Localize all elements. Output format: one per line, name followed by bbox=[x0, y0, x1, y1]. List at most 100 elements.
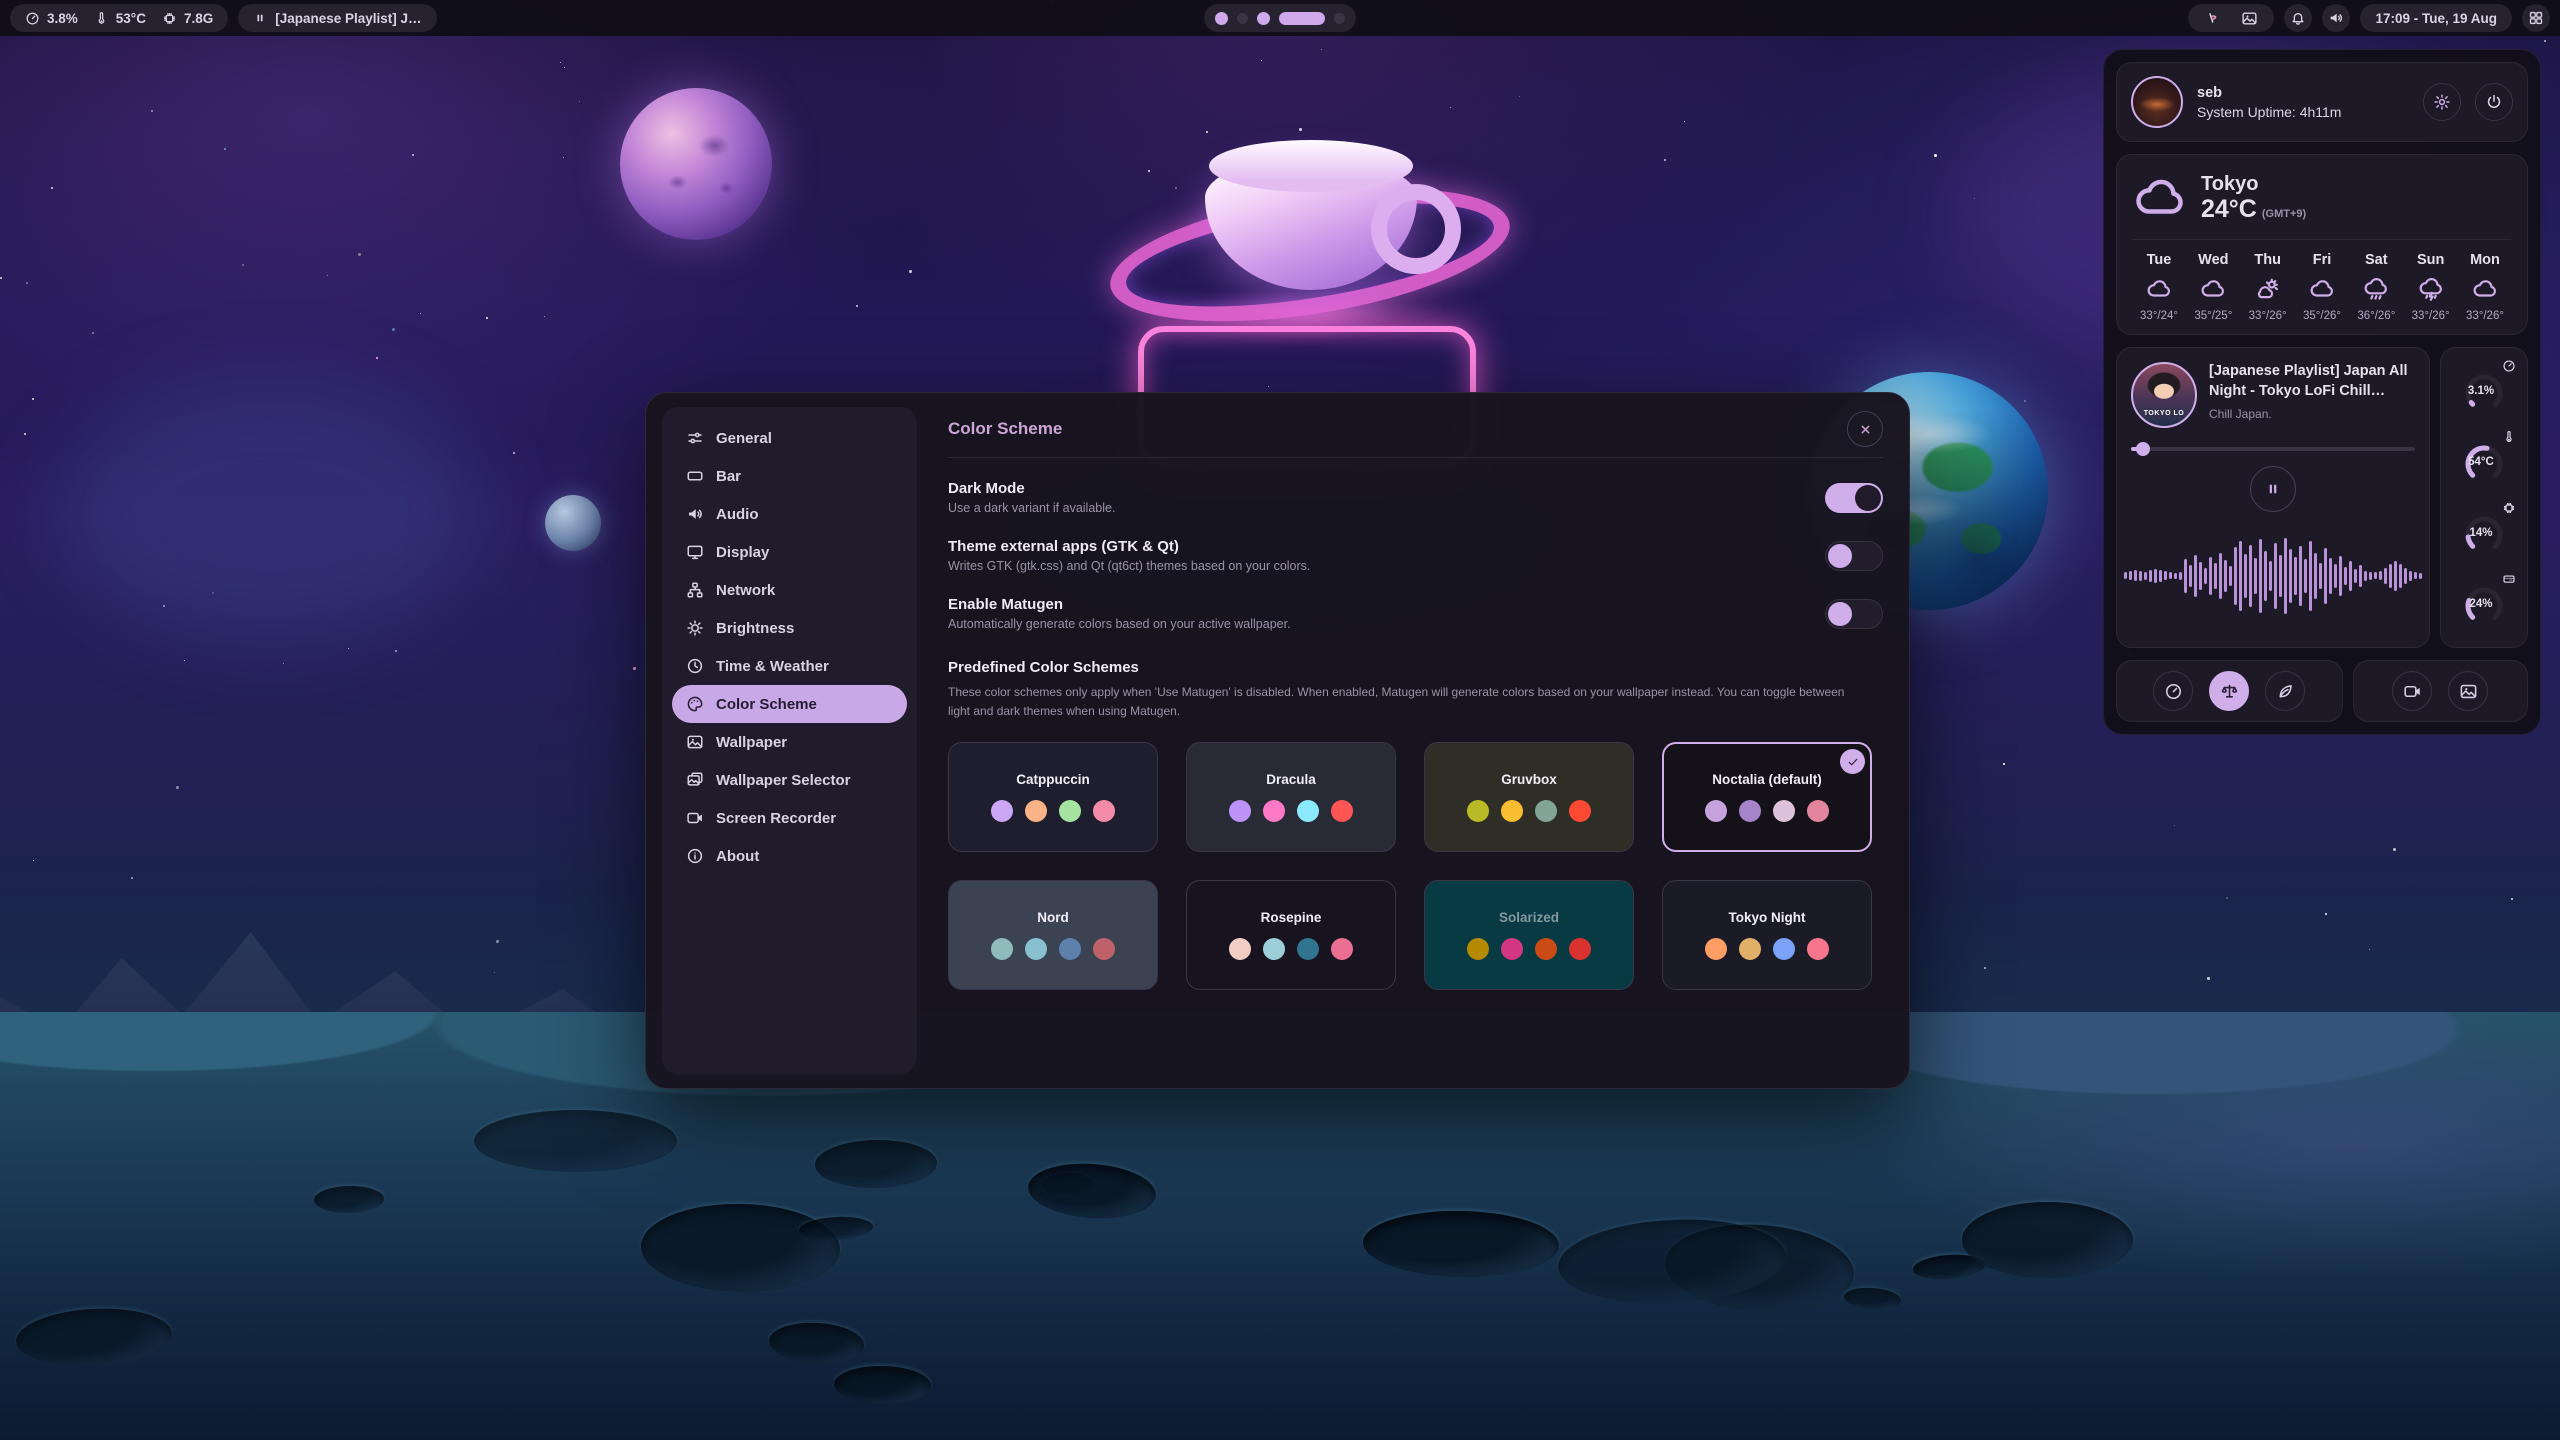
sidebar-item-general[interactable]: General bbox=[672, 419, 907, 457]
gauge-icon bbox=[2502, 359, 2516, 373]
scheme-card-tokyo-night[interactable]: Tokyo Night bbox=[1662, 880, 1872, 990]
color-swatch bbox=[1501, 800, 1523, 822]
star bbox=[560, 62, 561, 63]
display-icon bbox=[686, 543, 704, 561]
forecast-day-name: Sun bbox=[2417, 252, 2444, 268]
forecast-day: Sun33°/26° bbox=[2405, 252, 2457, 322]
weather-forecast: Tue33°/24°Wed35°/25°Thu33°/26°Fri35°/26°… bbox=[2133, 252, 2511, 322]
sidebar-item-brightness[interactable]: Brightness bbox=[672, 609, 907, 647]
forecast-temps: 33°/24° bbox=[2140, 310, 2178, 322]
scheme-name: Dracula bbox=[1266, 772, 1316, 787]
sidebar-item-wallpaper-selector[interactable]: Wallpaper Selector bbox=[672, 761, 907, 799]
star bbox=[1299, 128, 1302, 131]
schemes-section: Predefined Color Schemes These color sch… bbox=[948, 659, 1883, 720]
scheme-card-dracula[interactable]: Dracula bbox=[1186, 742, 1396, 852]
scheme-card-gruvbox[interactable]: Gruvbox bbox=[1424, 742, 1634, 852]
gauge-icon bbox=[25, 11, 40, 26]
weather-city: Tokyo bbox=[2201, 173, 2306, 195]
wave-bar bbox=[2229, 566, 2232, 586]
toggle-off[interactable] bbox=[1825, 599, 1883, 629]
play-pause-button[interactable] bbox=[2250, 466, 2296, 512]
scheme-card-catppuccin[interactable]: Catppuccin bbox=[948, 742, 1158, 852]
powersave-profile-button[interactable] bbox=[2265, 671, 2305, 711]
close-button[interactable] bbox=[1847, 411, 1883, 447]
wave-bar bbox=[2309, 541, 2312, 611]
sidebar-item-network[interactable]: Network bbox=[672, 571, 907, 609]
avatar[interactable] bbox=[2131, 76, 2183, 128]
crater bbox=[474, 1110, 677, 1172]
toggle-off[interactable] bbox=[1825, 541, 1883, 571]
wave-bar bbox=[2289, 549, 2292, 603]
sidebar-item-bar[interactable]: Bar bbox=[672, 457, 907, 495]
color-swatch bbox=[1773, 938, 1795, 960]
setting-description: Automatically generate colors based on y… bbox=[948, 617, 1291, 631]
workspace-dot-5[interactable] bbox=[1334, 13, 1345, 24]
workspace-dot-4[interactable] bbox=[1279, 12, 1325, 25]
gauge-gauge: 3.1% bbox=[2452, 359, 2516, 423]
color-swatch bbox=[1535, 938, 1557, 960]
workspace-dot-3[interactable] bbox=[1257, 12, 1270, 25]
forecast-temps: 33°/26° bbox=[2466, 310, 2504, 322]
volume-button[interactable] bbox=[2322, 4, 2350, 32]
track-artist: Chill Japan. bbox=[2209, 407, 2415, 421]
seek-knob[interactable] bbox=[2136, 442, 2150, 456]
toggle-on[interactable] bbox=[1825, 483, 1883, 513]
sidebar-item-time-weather[interactable]: Time & Weather bbox=[672, 647, 907, 685]
performance-profile-button[interactable] bbox=[2153, 671, 2193, 711]
sidebar-item-about[interactable]: About bbox=[672, 837, 907, 875]
sidebar-item-label: Time & Weather bbox=[716, 658, 829, 675]
wallpaper-button[interactable] bbox=[2448, 671, 2488, 711]
workspace-dot-1[interactable] bbox=[1215, 12, 1228, 25]
wave-bar bbox=[2329, 558, 2332, 594]
settings-button[interactable] bbox=[2423, 83, 2461, 121]
star bbox=[1321, 49, 1322, 50]
system-monitors-card: 3.1%54°C14%24% bbox=[2440, 347, 2528, 648]
media-pill[interactable]: [Japanese Playlist] J… bbox=[238, 4, 436, 32]
cpu-usage: 3.8% bbox=[25, 11, 78, 26]
color-swatch bbox=[1467, 938, 1489, 960]
power-button[interactable] bbox=[2475, 83, 2513, 121]
scheme-card-solarized[interactable]: Solarized bbox=[1424, 880, 1634, 990]
star bbox=[633, 667, 636, 670]
color-swatch bbox=[1297, 800, 1319, 822]
color-swatch bbox=[1569, 938, 1591, 960]
sidebar-item-display[interactable]: Display bbox=[672, 533, 907, 571]
color-swatch bbox=[1739, 800, 1761, 822]
scheme-card-noctalia-default-[interactable]: Noctalia (default) bbox=[1662, 742, 1872, 852]
close-icon bbox=[1857, 421, 1874, 438]
balanced-profile-button[interactable] bbox=[2209, 671, 2249, 711]
scheme-card-nord[interactable]: Nord bbox=[948, 880, 1158, 990]
color-swatch bbox=[1705, 938, 1727, 960]
wave-bar bbox=[2299, 546, 2302, 606]
wave-bar bbox=[2344, 567, 2347, 585]
launcher-button[interactable] bbox=[2522, 4, 2550, 32]
sidebar-item-audio[interactable]: Audio bbox=[672, 495, 907, 533]
sidebar-item-color-scheme[interactable]: Color Scheme bbox=[672, 685, 907, 723]
workspace-indicator[interactable] bbox=[1204, 4, 1356, 32]
wave-bar bbox=[2369, 572, 2372, 580]
wave-bar bbox=[2149, 570, 2152, 582]
notifications-button[interactable] bbox=[2284, 4, 2312, 32]
system-tray[interactable] bbox=[2188, 4, 2274, 32]
system-stats-pill[interactable]: 3.8% 53°C 7.8G bbox=[10, 4, 228, 32]
clock[interactable]: 17:09 - Tue, 19 Aug bbox=[2360, 4, 2512, 32]
sidebar-item-wallpaper[interactable]: Wallpaper bbox=[672, 723, 907, 761]
wave-bar bbox=[2134, 570, 2137, 581]
screen-record-button[interactable] bbox=[2392, 671, 2432, 711]
media-player-card: TOKYO LO [Japanese Playlist] Japan All N… bbox=[2116, 347, 2430, 648]
setting-label: Theme external apps (GTK & Qt) bbox=[948, 538, 1310, 555]
tray-app-icon bbox=[2204, 10, 2221, 27]
wave-bar bbox=[2239, 541, 2242, 611]
workspace-dot-2[interactable] bbox=[1237, 13, 1248, 24]
scheme-card-rosepine[interactable]: Rosepine bbox=[1186, 880, 1396, 990]
wave-bar bbox=[2184, 559, 2187, 593]
color-swatch bbox=[1331, 800, 1353, 822]
album-art[interactable]: TOKYO LO bbox=[2131, 362, 2197, 428]
seek-bar[interactable] bbox=[2131, 442, 2415, 456]
wave-bar bbox=[2169, 572, 2172, 579]
scheme-swatches bbox=[991, 800, 1115, 822]
grid-icon bbox=[2528, 10, 2544, 26]
crater bbox=[1962, 1202, 2133, 1278]
sidebar-item-screen-recorder[interactable]: Screen Recorder bbox=[672, 799, 907, 837]
rain-icon bbox=[2363, 276, 2389, 302]
